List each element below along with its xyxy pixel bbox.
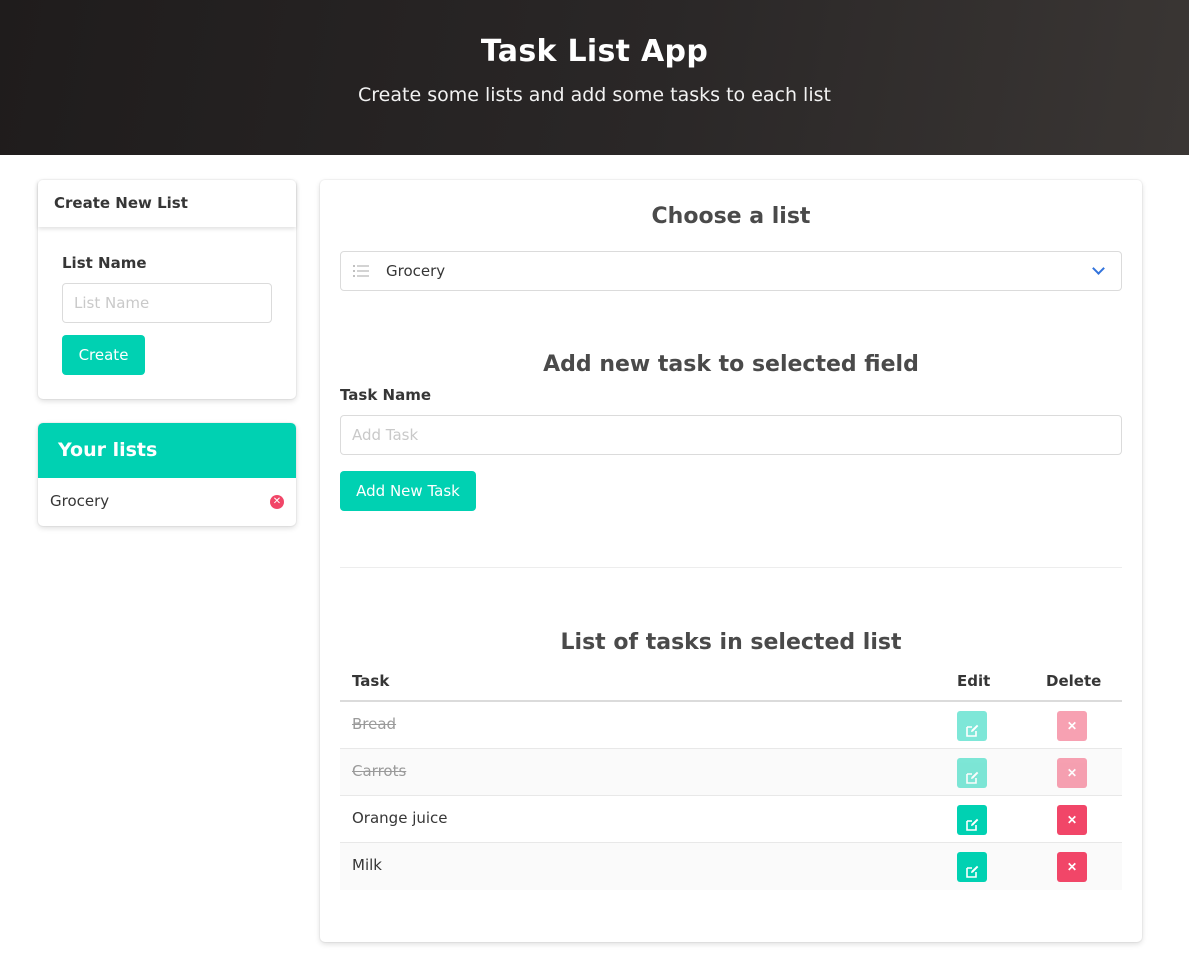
task-name: Bread (352, 715, 397, 733)
edit-icon (965, 771, 978, 784)
edit-task-button[interactable] (957, 805, 987, 835)
list-name-label: List Name (62, 254, 147, 272)
delete-task-button[interactable]: ✕ (1057, 711, 1087, 741)
table-header: Task Edit Delete (340, 664, 1122, 702)
chevron-down-icon (1092, 262, 1105, 275)
create-list-card: Create New List List Name Create (38, 180, 296, 399)
delete-task-button[interactable]: ✕ (1057, 852, 1087, 882)
close-icon: ✕ (1066, 719, 1078, 733)
tasks-title: List of tasks in selected list (560, 630, 902, 655)
delete-task-button[interactable]: ✕ (1057, 758, 1087, 788)
your-lists-card: Your lists Grocery ✕ (38, 423, 296, 526)
divider (340, 567, 1122, 568)
create-list-button[interactable]: Create (62, 335, 145, 375)
close-icon: ✕ (1066, 860, 1078, 874)
column-header-delete: Delete (1046, 672, 1102, 690)
list-name-input[interactable] (62, 283, 272, 323)
edit-task-button[interactable] (957, 758, 987, 788)
task-name: Orange juice (352, 809, 448, 827)
close-icon: ✕ (1066, 766, 1078, 780)
selected-list-value: Grocery (386, 262, 446, 280)
hero-header: Task List App Create some lists and add … (0, 0, 1189, 155)
app-subtitle: Create some lists and add some tasks to … (358, 84, 831, 106)
edit-task-button[interactable] (957, 711, 987, 741)
edit-icon (965, 724, 978, 737)
task-name-label: Task Name (340, 386, 432, 404)
task-name: Milk (352, 856, 382, 874)
table-row: Bread ✕ (340, 702, 1122, 749)
table-row: Orange juice ✕ (340, 796, 1122, 843)
edit-task-button[interactable] (957, 852, 987, 882)
task-name: Carrots (352, 762, 407, 780)
edit-icon (965, 818, 978, 831)
choose-list-title: Choose a list (651, 204, 811, 229)
app-title: Task List App (480, 34, 709, 69)
list-item[interactable]: Grocery ✕ (38, 478, 296, 526)
table-row: Carrots ✕ (340, 749, 1122, 796)
delete-task-button[interactable]: ✕ (1057, 805, 1087, 835)
create-list-card-title: Create New List (38, 180, 296, 227)
add-new-task-button[interactable]: Add New Task (340, 471, 476, 511)
edit-icon (965, 865, 978, 878)
table-row: Milk ✕ (340, 843, 1122, 890)
tasks-table: Task Edit Delete Bread ✕ Carrots ✕ Orang… (340, 664, 1122, 890)
main-card: Choose a list Grocery Add new task to se… (320, 180, 1142, 942)
your-lists-title: Your lists (38, 423, 296, 478)
list-select[interactable]: Grocery (340, 251, 1122, 291)
task-name-input[interactable] (340, 415, 1122, 455)
close-icon: ✕ (1066, 813, 1078, 827)
add-task-title: Add new task to selected field (543, 352, 919, 377)
column-header-edit: Edit (957, 672, 991, 690)
close-circle-icon[interactable]: ✕ (270, 495, 284, 509)
column-header-task: Task (352, 672, 390, 690)
list-icon (353, 265, 369, 277)
list-item-name: Grocery (50, 492, 110, 510)
